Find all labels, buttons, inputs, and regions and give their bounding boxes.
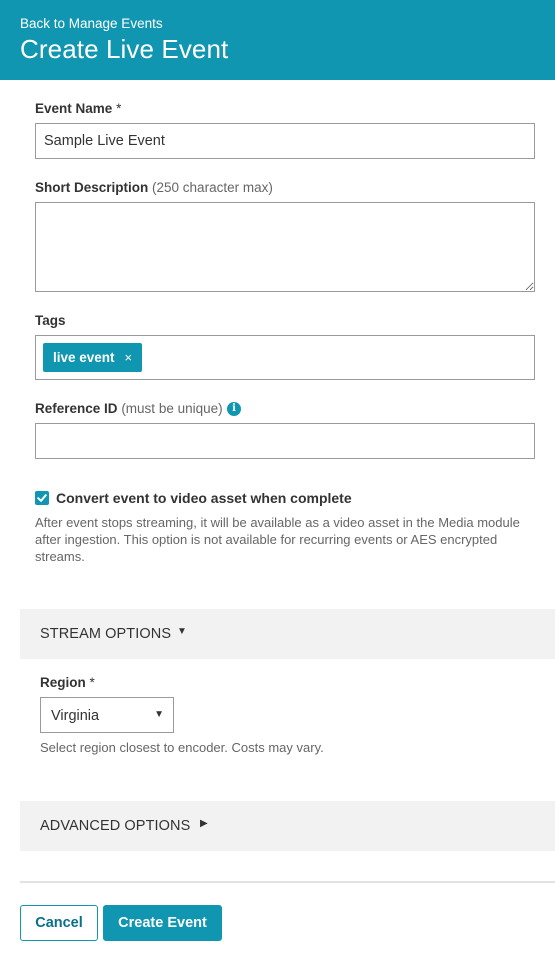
- reference-id-label: Reference ID (must be unique): [35, 401, 223, 416]
- stream-options-toggle[interactable]: STREAM OPTIONS ▼: [20, 609, 555, 659]
- tag-label: live event: [53, 350, 115, 365]
- convert-asset-help-text: After event stops streaming, it will be …: [35, 515, 520, 564]
- chevron-down-icon: ▼: [154, 709, 164, 720]
- convert-asset-checkbox[interactable]: [35, 491, 49, 505]
- short-description-hint: (250 character max): [152, 180, 273, 195]
- tags-label: Tags: [35, 313, 66, 328]
- info-icon[interactable]: i: [227, 402, 241, 416]
- region-label-text: Region: [40, 675, 86, 690]
- tag-remove-icon[interactable]: ×: [125, 350, 133, 365]
- stream-options-title: STREAM OPTIONS: [40, 626, 172, 642]
- event-name-label: Event Name *: [35, 101, 121, 116]
- region-select-value: Virginia: [51, 708, 100, 724]
- footer-divider: [20, 881, 555, 883]
- create-event-button[interactable]: Create Event: [103, 905, 222, 941]
- advanced-options-toggle[interactable]: ADVANCED OPTIONS ▶: [20, 801, 555, 851]
- reference-id-hint: (must be unique): [121, 401, 223, 416]
- convert-asset-label[interactable]: Convert event to video asset when comple…: [56, 490, 352, 506]
- required-mark: *: [89, 675, 95, 690]
- region-help-text: Select region closest to encoder. Costs …: [40, 740, 324, 755]
- tags-input[interactable]: live event ×: [35, 335, 535, 380]
- caret-down-icon: ▼: [177, 626, 187, 637]
- tag-chip: live event ×: [43, 343, 143, 372]
- short-description-label: Short Description (250 character max): [35, 180, 273, 195]
- back-to-manage-events-link[interactable]: Back to Manage Events: [20, 16, 163, 31]
- reference-id-input[interactable]: [35, 423, 535, 459]
- event-name-label-text: Event Name: [35, 101, 113, 116]
- region-label: Region *: [40, 675, 95, 690]
- required-mark: *: [116, 101, 122, 116]
- short-description-textarea[interactable]: [35, 202, 535, 292]
- checkmark-icon: [37, 494, 47, 502]
- page-header: Back to Manage Events Create Live Event: [0, 0, 555, 80]
- cancel-button[interactable]: Cancel: [20, 905, 98, 941]
- region-select[interactable]: Virginia ▼: [40, 697, 174, 733]
- short-description-label-text: Short Description: [35, 180, 149, 195]
- caret-right-icon: ▶: [200, 818, 208, 829]
- advanced-options-title: ADVANCED OPTIONS: [40, 818, 191, 834]
- page-title: Create Live Event: [20, 34, 229, 64]
- event-name-input[interactable]: [35, 123, 535, 159]
- reference-id-label-text: Reference ID: [35, 401, 118, 416]
